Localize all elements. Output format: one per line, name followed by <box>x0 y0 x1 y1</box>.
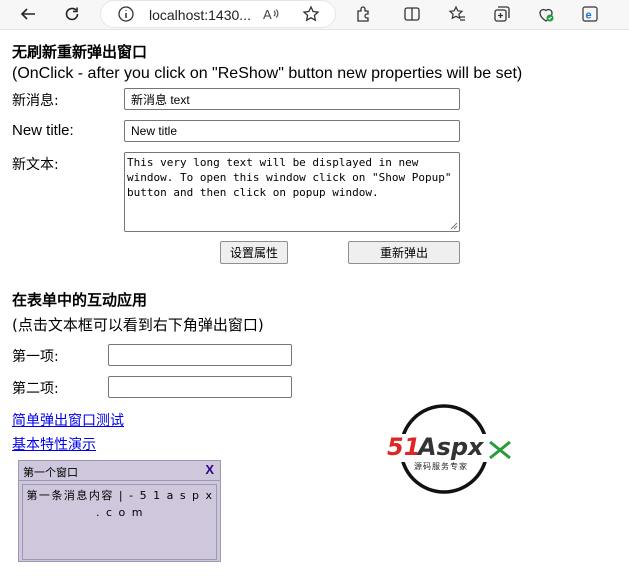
message-label: 新消息: <box>12 93 59 109</box>
popup-body: 第一条消息内容 | - 5 1 a s p x . c o m <box>22 484 217 560</box>
item2-label: 第二项: <box>12 381 59 397</box>
section1-subtitle: (OnClick - after you click on "ReShow" b… <box>12 65 523 82</box>
url-text: localhost:1430... <box>149 7 251 23</box>
message-input[interactable] <box>124 88 460 110</box>
browser-toolbar: localhost:1430... A e <box>0 0 629 30</box>
extensions-icon[interactable] <box>353 3 375 25</box>
favorites-icon[interactable] <box>446 3 468 25</box>
item1-label: 第一项: <box>12 349 59 365</box>
refresh-icon[interactable] <box>61 3 83 25</box>
split-screen-icon[interactable] <box>401 3 423 25</box>
51aspx-logo: 51 Aspx 源码服务专家 <box>387 404 514 494</box>
collections-icon[interactable] <box>491 3 513 25</box>
read-aloud-icon[interactable]: A <box>260 3 282 25</box>
item2-input[interactable] <box>108 376 292 398</box>
svg-text:e: e <box>586 10 592 22</box>
ie-mode-icon[interactable]: e <box>579 3 601 25</box>
popup-window[interactable]: 第一个窗口 X 第一条消息内容 | - 5 1 a s p x . c o m <box>18 460 221 562</box>
basic-features-link[interactable]: 基本特性演示 <box>12 434 96 454</box>
simple-popup-link[interactable]: 简单弹出窗口测试 <box>12 410 124 430</box>
section2-title: 在表单中的互动应用 <box>12 291 148 309</box>
set-properties-button[interactable]: 设置属性 <box>220 241 288 264</box>
back-arrow-icon[interactable] <box>17 3 39 25</box>
browser-essentials-icon[interactable] <box>535 3 557 25</box>
favorite-star-icon[interactable] <box>300 3 322 25</box>
page-content: 无刷新重新弹出窗口 (OnClick - after you click on … <box>0 30 629 579</box>
item1-input[interactable] <box>108 344 292 366</box>
logo-aspx-text: Aspx <box>416 433 485 461</box>
popup-header: 第一个窗口 X <box>19 461 220 481</box>
newtitle-input[interactable] <box>124 120 460 142</box>
section2-subtitle: (点击文本框可以看到右下角弹出窗口) <box>12 316 264 334</box>
newtitle-label: New title: <box>12 122 74 139</box>
popup-title: 第一个窗口 <box>23 466 78 479</box>
popup-content: 第一条消息内容 | - 5 1 a s p x . c o m <box>26 489 214 519</box>
popup-close-icon[interactable]: X <box>205 462 214 477</box>
section1-title: 无刷新重新弹出窗口 <box>12 43 148 61</box>
reshow-button[interactable]: 重新弹出 <box>348 241 460 264</box>
logo-51-text: 51 <box>387 433 420 461</box>
newtext-label: 新文本: <box>12 157 59 173</box>
resize-grip-icon[interactable] <box>450 222 458 230</box>
newtext-textarea[interactable]: This very long text will be displayed in… <box>124 152 460 232</box>
logo-tagline: 源码服务专家 <box>414 461 468 471</box>
svg-text:A: A <box>263 7 272 22</box>
info-icon[interactable] <box>115 3 137 25</box>
